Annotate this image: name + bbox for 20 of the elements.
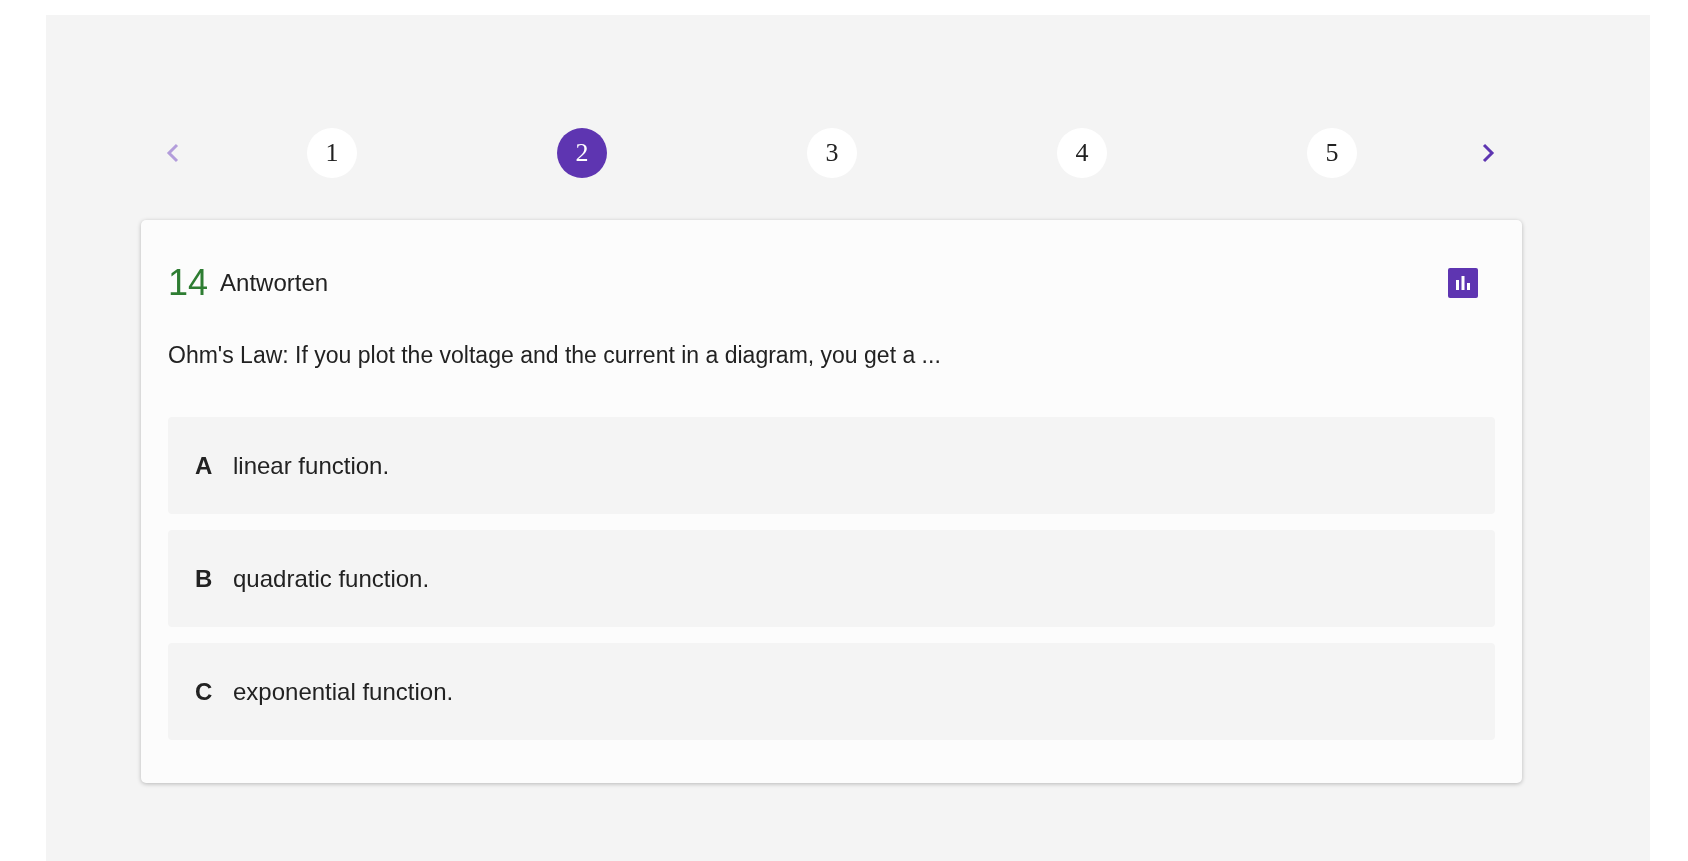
answer-option[interactable]: C exponential function.: [168, 643, 1495, 740]
option-letter: A: [195, 451, 214, 480]
answer-count: 14: [168, 262, 209, 304]
question-text: Ohm's Law: If you plot the voltage and the current in a diagram, you get a ...: [168, 342, 942, 369]
option-text: linear function.: [233, 451, 390, 480]
option-letter: C: [195, 677, 214, 706]
bar-chart-icon[interactable]: [1448, 268, 1478, 298]
page-button[interactable]: 2: [557, 128, 607, 178]
page-button[interactable]: 1: [307, 128, 357, 178]
option-text: quadratic function.: [233, 564, 430, 593]
chevron-icon: [166, 142, 180, 164]
page-button[interactable]: 5: [1307, 128, 1357, 178]
answer-option[interactable]: A linear function.: [168, 417, 1495, 514]
option-letter: B: [195, 564, 214, 593]
chevron-icon: [1481, 142, 1495, 164]
answer-option[interactable]: B quadratic function.: [168, 530, 1495, 627]
option-text: exponential function.: [233, 677, 454, 706]
answer-label: Antworten: [220, 269, 329, 297]
page-button[interactable]: 3: [807, 128, 857, 178]
page-button[interactable]: 4: [1057, 128, 1107, 178]
